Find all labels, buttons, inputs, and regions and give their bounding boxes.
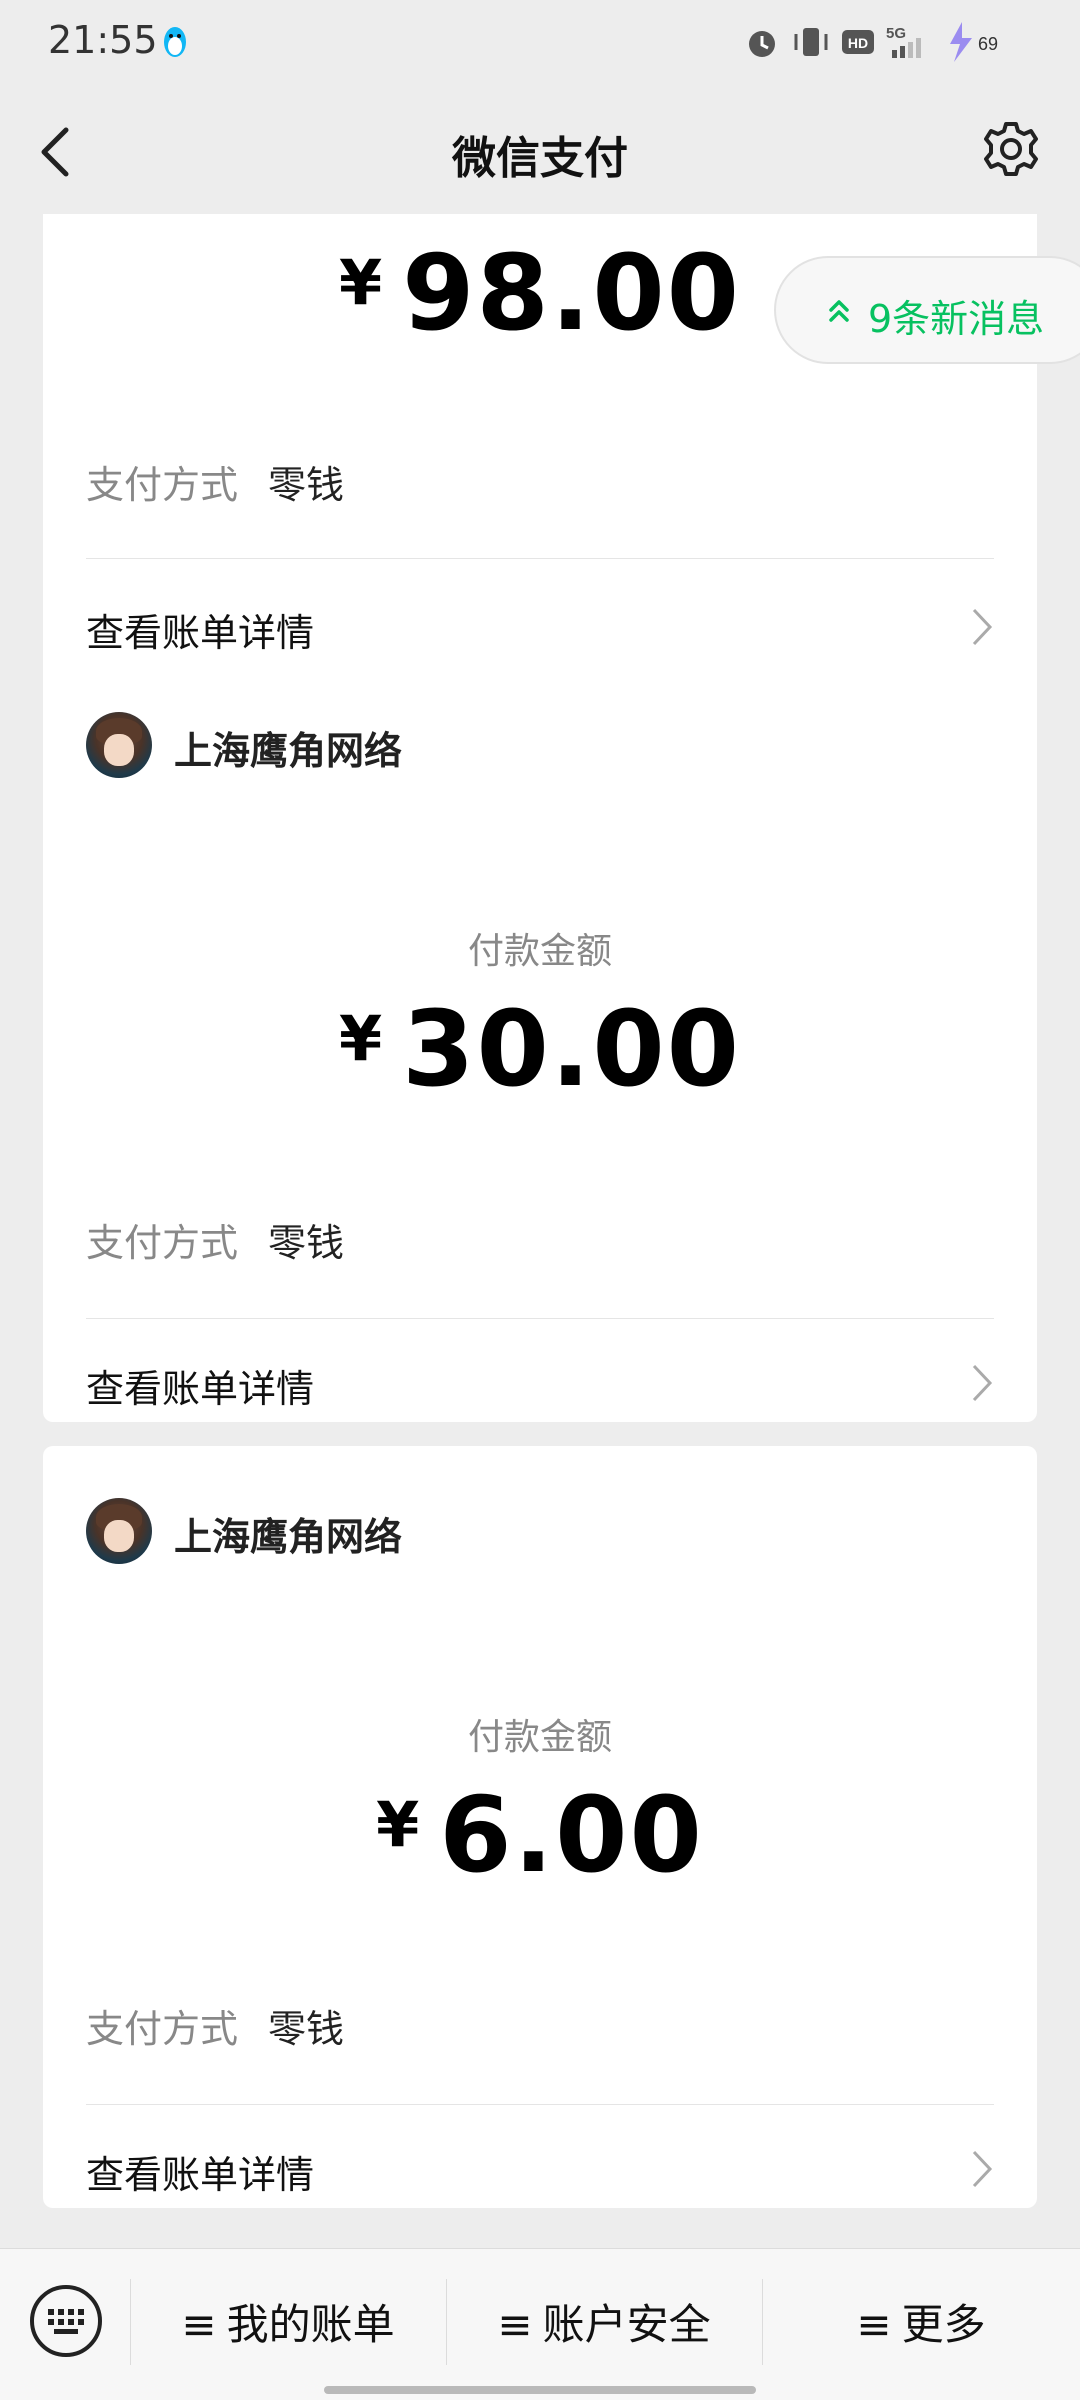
amount-label: 付款金额 [467,931,612,972]
gear-icon[interactable] [982,120,1040,178]
chevron-right-icon [972,608,993,646]
payment-method-row: 支付方式 零钱 [86,1212,344,1267]
keyboard-icon[interactable] [28,2283,104,2359]
payment-method-value: 零钱 [268,1221,345,1265]
currency-symbol: ¥ [376,1788,420,1861]
payment-amount: ¥6.00 [43,1774,1037,1896]
nav-bar: 微信支付 [0,84,1080,214]
amount-value: 98.00 [402,232,742,354]
menu-icon: ≡ [497,2300,533,2349]
signal-icon: 5G [886,25,921,58]
merchant-name: 上海鹰角网络 [174,1515,403,1559]
new-messages-label: 9条新消息 [868,297,1045,341]
menu-more[interactable]: ≡ 更多 [762,2291,1080,2351]
status-icons: HD 5G 69 [742,20,1032,64]
menu-account-security-label: 账户安全 [542,2300,711,2349]
battery-charging-icon: 69 [950,22,998,62]
page-title: 微信支付 [452,133,628,184]
payment-list[interactable]: ¥98.00 支付方式 零钱 查看账单详情 上海鹰角网络 付款金额 ¥30.00 … [0,214,1080,2248]
menu-my-bills-label: 我的账单 [226,2300,395,2349]
amount-value: 6.00 [439,1774,704,1896]
status-time: 21:55 [48,18,158,62]
view-bill-details-label: 查看账单详情 [86,2153,315,2197]
payment-card: 上海鹰角网络 付款金额 ¥6.00 支付方式 零钱 查看账单详情 [43,1446,1037,2208]
payment-amount: ¥30.00 [43,988,1037,1110]
penguin-icon [164,27,186,57]
status-bar: 21:55 HD 5G 69 [0,0,1080,84]
payment-method-value: 零钱 [268,463,345,507]
home-indicator[interactable] [324,2386,756,2394]
alarm-icon [749,31,775,57]
menu-my-bills[interactable]: ≡ 我的账单 [130,2291,446,2351]
view-bill-details-button[interactable]: 查看账单详情 [86,598,994,658]
new-messages-button[interactable]: 9条新消息 [774,256,1080,364]
amount-label: 付款金额 [467,1717,612,1758]
double-chevron-up-icon [829,300,849,322]
menu-icon: ≡ [856,2300,892,2349]
chevron-right-icon [972,2150,993,2188]
currency-symbol: ¥ [338,246,383,319]
menu-icon: ≡ [181,2300,217,2349]
view-bill-details-label: 查看账单详情 [86,1367,315,1411]
svg-text:5G: 5G [886,25,906,42]
bottom-menu-bar: ≡ 我的账单 ≡ 账户安全 ≡ 更多 [0,2248,1080,2400]
payment-method-value: 零钱 [268,2007,345,2051]
view-bill-details-label: 查看账单详情 [86,611,315,655]
svg-text:HD: HD [848,35,868,51]
payment-card: 上海鹰角网络 付款金额 ¥30.00 支付方式 零钱 查看账单详情 [43,660,1037,1422]
menu-more-label: 更多 [901,2300,986,2349]
divider [86,1318,994,1319]
merchant-name: 上海鹰角网络 [174,729,403,773]
view-bill-details-button[interactable]: 查看账单详情 [86,1354,994,1414]
vibrate-icon [794,28,828,56]
avatar [86,1498,152,1564]
merchant-header[interactable]: 上海鹰角网络 [86,1498,686,1564]
payment-method-row: 支付方式 零钱 [86,1998,344,2053]
hd-icon: HD [842,30,874,54]
payment-method-label: 支付方式 [86,2007,239,2051]
divider [86,2104,994,2105]
currency-symbol: ¥ [338,1002,383,1075]
avatar [86,712,152,778]
chevron-right-icon [972,1364,993,1402]
payment-method-label: 支付方式 [86,1221,239,1265]
payment-method-row: 支付方式 零钱 [86,454,344,509]
payment-method-label: 支付方式 [86,463,239,507]
divider [86,558,994,559]
menu-account-security[interactable]: ≡ 账户安全 [446,2291,762,2351]
svg-text:69: 69 [978,34,998,54]
view-bill-details-button[interactable]: 查看账单详情 [86,2140,994,2200]
merchant-header[interactable]: 上海鹰角网络 [86,712,686,778]
amount-value: 30.00 [402,988,742,1110]
